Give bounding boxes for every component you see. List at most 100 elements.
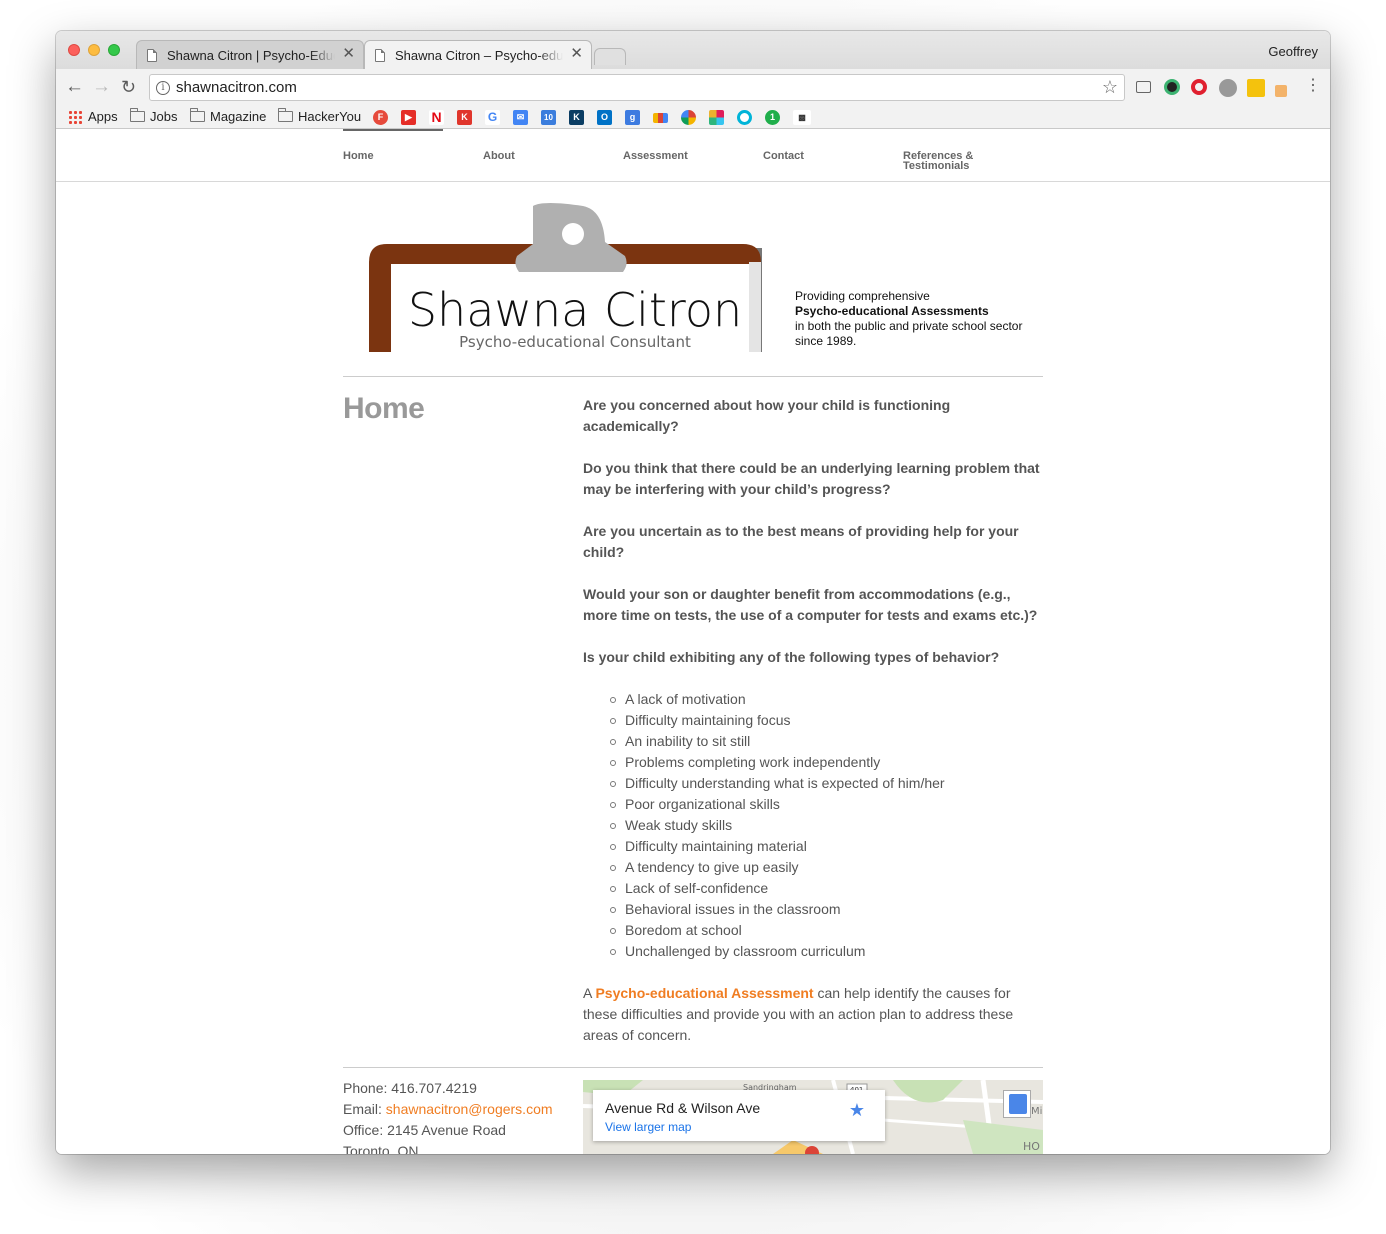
question: Do you think that there could be an unde… — [583, 460, 1040, 497]
inbox-icon[interactable]: ✉ — [513, 110, 528, 125]
minimize-window-button[interactable] — [88, 44, 100, 56]
bookmark-star-icon[interactable]: ☆ — [1102, 77, 1118, 98]
bookmark-favicon-skyline[interactable]: ▩ — [793, 110, 811, 125]
office-text: Office: 2145 Avenue Road — [343, 1122, 506, 1138]
list-item: A tendency to give up easily — [610, 857, 1045, 878]
cast-icon[interactable] — [1136, 81, 1151, 93]
bookmark-label: Magazine — [210, 109, 267, 124]
tab-close-icon[interactable]: ✕ — [342, 45, 355, 62]
assessment-link[interactable]: Psycho-educational Assessment — [595, 985, 813, 1001]
eyedropper-extension-icon[interactable] — [1275, 85, 1287, 97]
question: Are you uncertain as to the best means o… — [583, 523, 1019, 560]
tagline: Providing comprehensive Psycho-education… — [795, 289, 1045, 349]
bookmark-favicon-circle[interactable] — [737, 110, 752, 125]
netflix-icon[interactable]: N — [429, 110, 444, 125]
back-arrow-icon[interactable]: ← — [65, 77, 84, 97]
logo-subtitle: Psycho-educational Consultant — [459, 333, 691, 351]
nav-about[interactable]: About — [483, 151, 515, 162]
calendar-icon[interactable]: 10 — [541, 110, 556, 125]
contact-info: Phone: 416.707.4219 Email: shawnacitron@… — [343, 1078, 553, 1154]
bookmark-favicon-k-red[interactable]: K — [457, 110, 472, 125]
title-bar: Shawna Citron | Psycho-Educational Asses… — [56, 31, 1330, 69]
list-item: Boredom at school — [610, 920, 1045, 941]
list-item: Problems completing work independently — [610, 752, 1045, 773]
list-item: Difficulty maintaining focus — [610, 710, 1045, 731]
maximize-window-button[interactable] — [108, 44, 120, 56]
clipboard-edge — [749, 262, 761, 352]
bookmark-jobs[interactable]: Jobs — [130, 108, 178, 124]
photos-icon[interactable] — [681, 110, 696, 125]
tab-active[interactable]: Shawna Citron – Psycho-educational Consu… — [364, 40, 592, 69]
outlook-icon[interactable]: O — [597, 110, 612, 125]
list-item: Difficulty maintaining material — [610, 836, 1045, 857]
list-item: A lack of motivation — [610, 689, 1045, 710]
bookmark-favicon-k-blue[interactable]: K — [569, 110, 584, 125]
street-view-pegman-icon[interactable] — [1003, 1090, 1031, 1118]
email-label: Email: — [343, 1101, 386, 1117]
tab-inactive[interactable]: Shawna Citron | Psycho-Educational Asses… — [136, 40, 364, 69]
bookmark-label: Jobs — [150, 109, 178, 124]
forward-arrow-icon[interactable]: → — [92, 77, 111, 97]
list-item: Behavioral issues in the classroom — [610, 899, 1045, 920]
bookmark-favicon-blue[interactable]: g — [625, 110, 640, 125]
list-item: Weak study skills — [610, 815, 1045, 836]
tagline-line: in both the public and private school se… — [795, 319, 1023, 333]
url-text[interactable]: shawnacitron.com — [176, 79, 297, 96]
clip-hole — [562, 223, 584, 245]
email-link[interactable]: shawnacitron@rogers.com — [386, 1101, 553, 1117]
view-larger-map-link[interactable]: View larger map — [605, 1120, 691, 1134]
tagline-line: Providing comprehensive — [795, 289, 930, 303]
map-area-label: Mi — [1031, 1106, 1042, 1117]
google-icon[interactable]: G — [485, 110, 500, 125]
apps-grid-icon[interactable] — [68, 110, 82, 124]
bookmark-favicon-green[interactable]: 1 — [765, 110, 780, 125]
list-item: An inability to sit still — [610, 731, 1045, 752]
bookmark-label: HackerYou — [298, 109, 362, 124]
info-icon[interactable]: i — [156, 81, 170, 95]
site-header: Shawna Citron Psycho-educational Consult… — [343, 202, 1043, 352]
bookmark-magazine[interactable]: Magazine — [190, 108, 267, 124]
slack-icon[interactable] — [709, 110, 724, 125]
folder-icon — [278, 108, 293, 122]
nav-contact[interactable]: Contact — [763, 151, 804, 162]
close-window-button[interactable] — [68, 44, 80, 56]
question: Are you concerned about how your child i… — [583, 397, 951, 434]
list-item: Poor organizational skills — [610, 794, 1045, 815]
browser-toolbar: ← → ↻ i shawnacitron.com ☆ ⋮ — [56, 69, 1330, 105]
site-navigation: Home About Assessment Contact References… — [56, 129, 1330, 182]
opera-extension-icon[interactable] — [1191, 79, 1207, 95]
analytics-icon[interactable] — [653, 113, 668, 123]
save-star-icon[interactable]: ★ — [849, 1100, 865, 1121]
tab-close-icon[interactable]: ✕ — [570, 45, 583, 62]
menu-icon[interactable]: ⋮ — [1304, 77, 1322, 95]
embedded-map[interactable]: 401 Sandringham HO Mi Avenue Rd & Wilson… — [583, 1080, 1043, 1154]
behavior-list: A lack of motivation Difficulty maintain… — [583, 689, 1045, 962]
address-bar[interactable]: i shawnacitron.com ☆ — [149, 74, 1125, 101]
bookmark-favicon-red[interactable]: F — [373, 110, 388, 125]
profile-name[interactable]: Geoffrey — [1268, 44, 1318, 59]
closing-paragraph: A Psycho-educational Assessment can help… — [583, 983, 1045, 1046]
browser-window: Shawna Citron | Psycho-Educational Asses… — [56, 31, 1330, 1154]
nav-assessment[interactable]: Assessment — [623, 151, 688, 162]
web-page: Home About Assessment Contact References… — [56, 129, 1330, 1154]
list-item: Unchallenged by classroom curriculum — [610, 941, 1045, 962]
clipboard-logo[interactable]: Shawna Citron Psycho-educational Consult… — [343, 202, 793, 352]
divider — [343, 1067, 1043, 1068]
closing-prefix: A — [583, 985, 596, 1001]
city-text: Toronto, ON — [343, 1143, 419, 1154]
notes-extension-icon[interactable] — [1247, 79, 1265, 97]
new-tab-button[interactable] — [594, 48, 626, 65]
settings-extension-icon[interactable] — [1219, 79, 1237, 97]
question: Would your son or daughter benefit from … — [583, 586, 1038, 623]
colorpicker-extension-icon[interactable] — [1164, 79, 1180, 95]
nav-home[interactable]: Home — [343, 129, 442, 162]
map-area-label: HO — [1023, 1140, 1040, 1153]
bookmarks-bar: Apps Jobs Magazine HackerYou F ▶ N K G ✉… — [56, 105, 1330, 129]
youtube-icon[interactable]: ▶ — [401, 110, 416, 125]
page-title: Home — [343, 392, 425, 425]
bookmark-apps[interactable]: Apps — [88, 109, 118, 124]
reload-icon[interactable]: ↻ — [121, 77, 136, 97]
bookmark-hackeryou[interactable]: HackerYou — [278, 108, 362, 124]
page-icon — [375, 49, 385, 62]
nav-references-testimonials[interactable]: References & Testimonials — [903, 151, 973, 172]
